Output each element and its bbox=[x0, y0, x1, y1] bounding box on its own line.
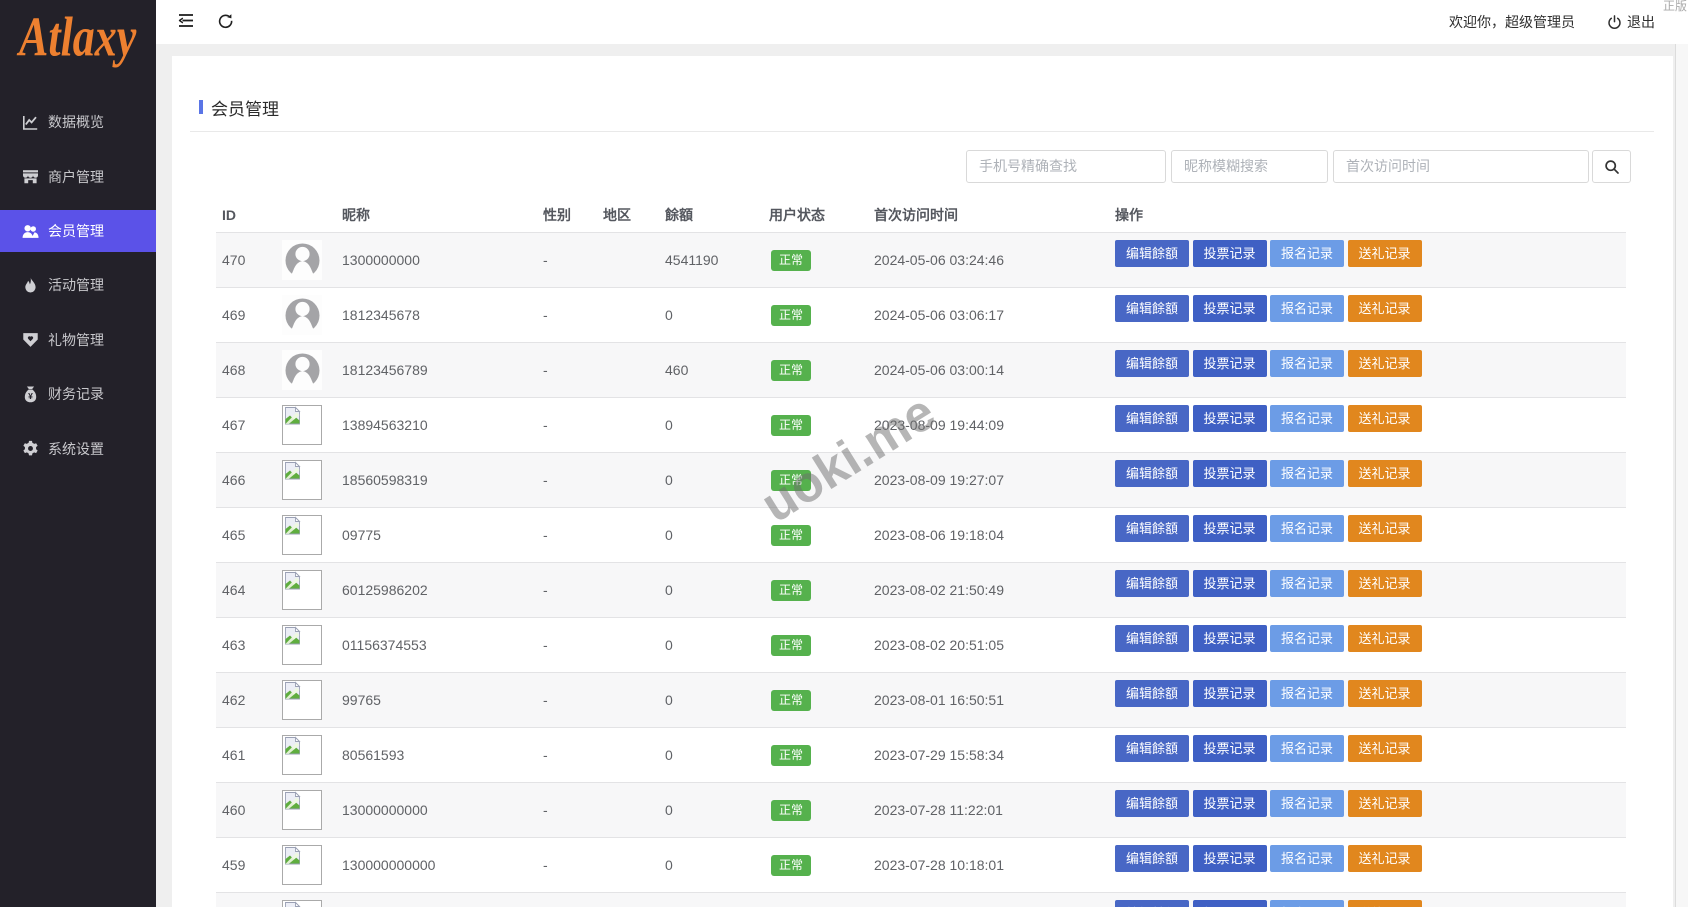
svg-text:¥: ¥ bbox=[28, 391, 33, 401]
